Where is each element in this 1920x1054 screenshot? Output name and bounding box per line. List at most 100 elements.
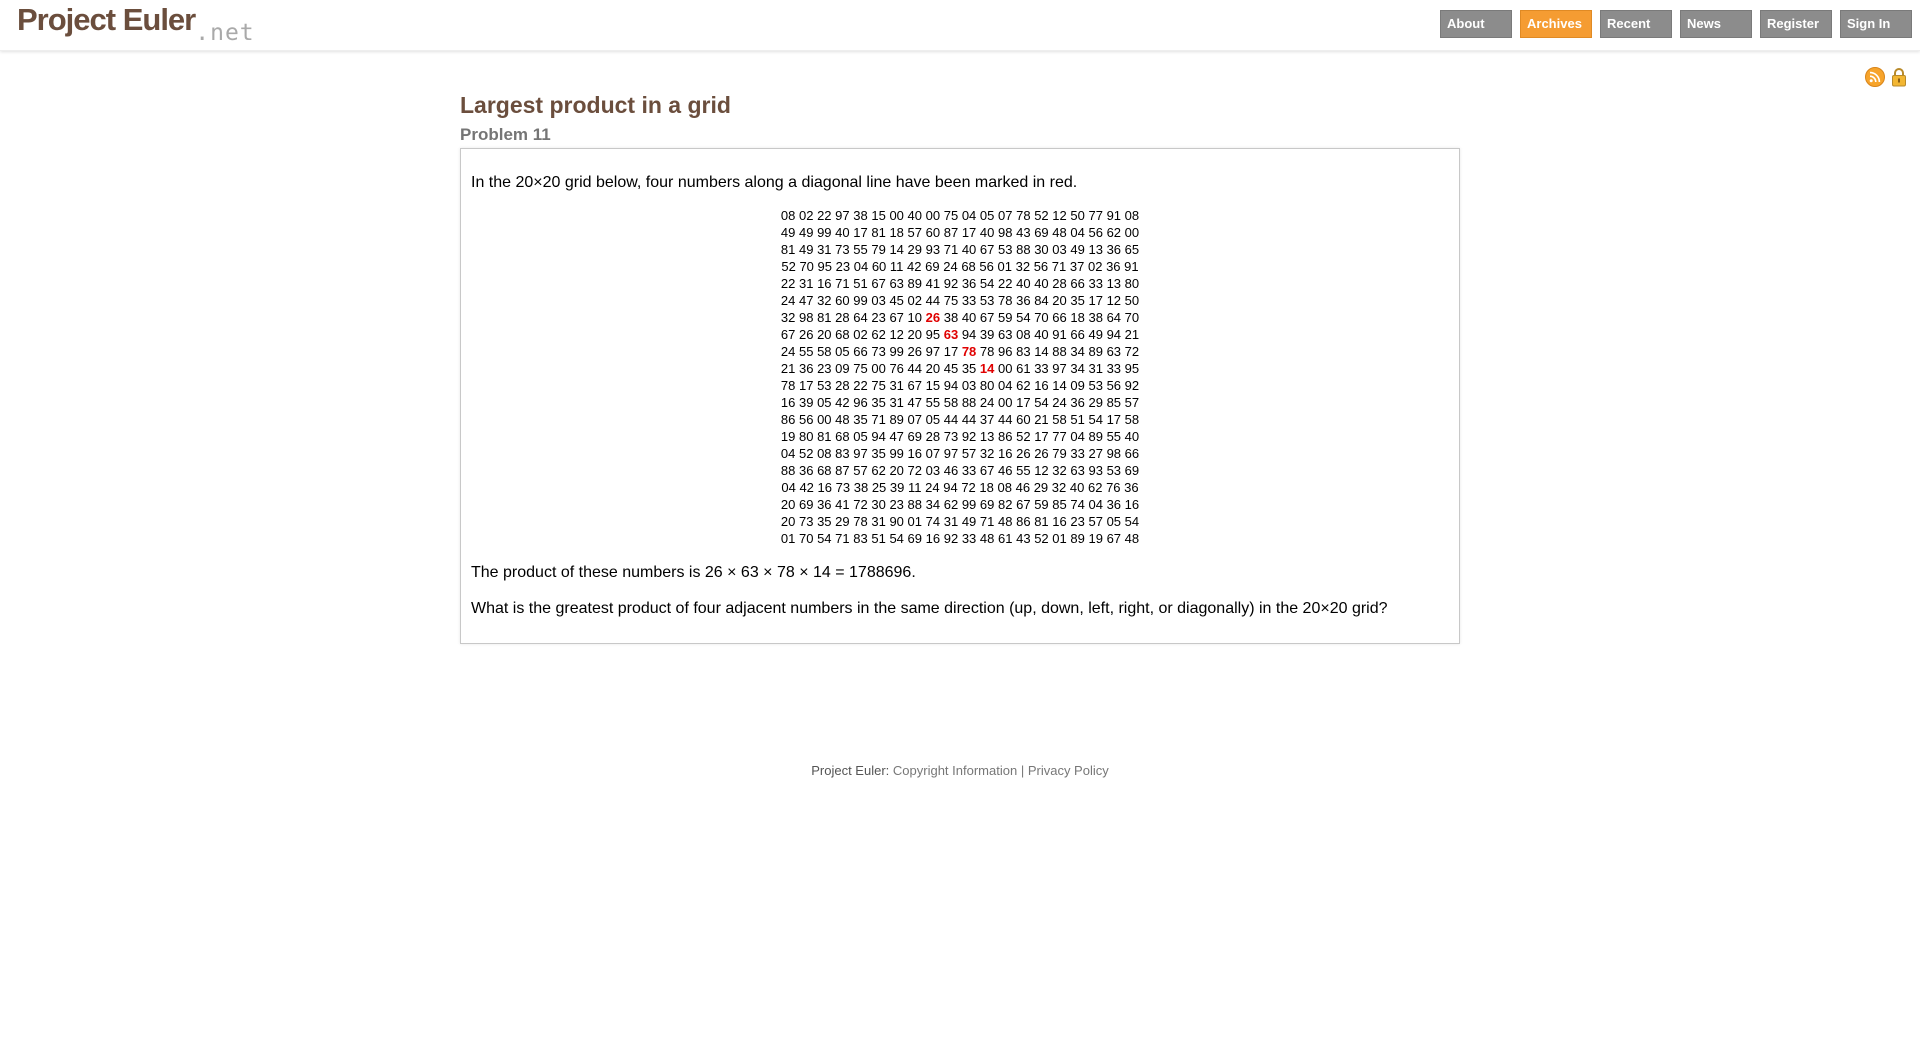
grid-cell: 01 [907, 514, 922, 529]
grid-cell: 54 [1124, 514, 1140, 529]
nav-recent-button[interactable]: Recent [1600, 10, 1672, 38]
grid-cell: 95 [817, 259, 833, 274]
grid-cell: 40 [979, 225, 995, 240]
grid-cell: 49 [780, 225, 796, 240]
nav-sign-in-button[interactable]: Sign In [1840, 10, 1912, 38]
grid-cell: 03 [871, 293, 886, 308]
grid-cell: 13 [1106, 276, 1122, 291]
rss-icon[interactable] [1865, 67, 1885, 87]
grid-cell: 59 [998, 310, 1013, 325]
grid-cell: 32 [1015, 259, 1031, 274]
grid-cell: 31 [889, 378, 904, 393]
grid-row: 08 02 22 97 38 15 00 40 00 75 04 05 07 7… [471, 207, 1449, 224]
grid-cell: 60 [835, 293, 850, 308]
grid-cell: 69 [798, 497, 814, 512]
grid-cell: 07 [925, 446, 941, 461]
grid-cell: 33 [961, 293, 977, 308]
grid-cell: 58 [817, 344, 832, 359]
grid-cell: 67 [979, 463, 995, 478]
grid-cell: 61 [1016, 361, 1031, 376]
grid-cell: 14 [1034, 344, 1049, 359]
grid-cell: 56 [1106, 378, 1122, 393]
grid-cell: 65 [1124, 242, 1140, 257]
grid-cell: 14 [889, 242, 904, 257]
grid-cell: 36 [817, 497, 832, 512]
grid-cell: 24 [780, 293, 796, 308]
nav-register-button[interactable]: Register [1760, 10, 1832, 38]
grid-cell: 00 [817, 412, 832, 427]
grid-cell: 40 [1034, 276, 1049, 291]
grid-cell: 81 [1034, 514, 1049, 529]
grid-cell: 20 [817, 327, 832, 342]
grid-cell: 34 [925, 497, 941, 512]
grid-cell: 35 [853, 412, 868, 427]
grid-cell: 43 [1016, 225, 1031, 240]
grid-cell: 58 [943, 395, 959, 410]
grid-cell: 69 [925, 259, 940, 274]
grid-cell: 77 [1052, 429, 1067, 444]
grid-cell: 16 [925, 531, 941, 546]
grid-cell: 67 [1106, 531, 1122, 546]
grid-cell: 23 [835, 259, 851, 274]
grid-cell: 92 [943, 531, 959, 546]
grid-cell: 99 [961, 497, 977, 512]
grid-cell: 49 [961, 514, 977, 529]
grid-cell: 47 [907, 395, 922, 410]
grid-cell: 98 [798, 310, 814, 325]
grid-cell: 12 [889, 327, 904, 342]
grid-cell: 88 [780, 463, 796, 478]
grid-cell: 97 [835, 208, 850, 223]
grid-cell: 57 [1088, 514, 1103, 529]
grid-cell: 17 [798, 378, 814, 393]
grid-cell: 92 [1124, 378, 1140, 393]
grid-cell: 55 [1106, 429, 1122, 444]
grid-cell: 43 [1016, 531, 1031, 546]
grid-row: 24 47 32 60 99 03 45 02 44 75 33 53 78 3… [471, 292, 1449, 309]
privacy-link[interactable]: Privacy Policy [1028, 763, 1109, 778]
grid-cell: 24 [1052, 395, 1067, 410]
grid-cell: 28 [925, 429, 941, 444]
grid-row: 01 70 54 71 83 51 54 69 16 92 33 48 61 4… [471, 530, 1449, 547]
lock-icon[interactable] [1890, 66, 1908, 88]
nav-about-button[interactable]: About [1440, 10, 1512, 38]
grid-cell: 42 [799, 480, 814, 495]
grid-cell: 32 [780, 310, 796, 325]
grid-cell: 67 [889, 310, 904, 325]
copyright-link[interactable]: Copyright Information [893, 763, 1017, 778]
grid-cell: 22 [853, 378, 868, 393]
grid-cell: 72 [907, 463, 922, 478]
grid-cell: 38 [853, 208, 868, 223]
grid-cell: 54 [1016, 310, 1031, 325]
grid-cell: 01 [1052, 531, 1067, 546]
grid-cell: 12 [1106, 293, 1122, 308]
grid-cell: 36 [798, 463, 814, 478]
grid-cell: 35 [1070, 293, 1085, 308]
grid-cell: 04 [1070, 429, 1085, 444]
grid-cell-highlighted: 63 [943, 327, 959, 342]
nav-news-button[interactable]: News [1680, 10, 1752, 38]
grid-cell: 23 [871, 310, 886, 325]
grid-cell: 57 [961, 446, 977, 461]
grid-cell: 08 [1124, 208, 1140, 223]
nav-archives-button[interactable]: Archives [1520, 10, 1592, 38]
grid-cell: 19 [1088, 531, 1103, 546]
grid-cell: 02 [907, 293, 922, 308]
grid-cell: 72 [853, 497, 868, 512]
grid-cell: 41 [925, 276, 941, 291]
grid-cell: 50 [1124, 293, 1140, 308]
problem-statement-box: In the 20×20 grid below, four numbers al… [460, 148, 1460, 644]
grid-cell: 69 [1034, 225, 1049, 240]
grid-cell: 17 [1016, 395, 1031, 410]
grid-cell: 93 [1088, 463, 1103, 478]
grid-cell: 63 [1106, 344, 1122, 359]
grid-cell: 60 [871, 259, 887, 274]
grid-cell: 31 [817, 242, 832, 257]
grid-cell: 24 [780, 344, 796, 359]
grid-cell: 56 [1033, 259, 1049, 274]
site-logo[interactable]: Project Euler.net [17, 0, 255, 46]
grid-cell: 01 [997, 259, 1012, 274]
grid-cell: 55 [853, 242, 868, 257]
grid-cell: 49 [1070, 242, 1085, 257]
grid-cell: 36 [1070, 395, 1085, 410]
grid-cell: 35 [817, 514, 832, 529]
